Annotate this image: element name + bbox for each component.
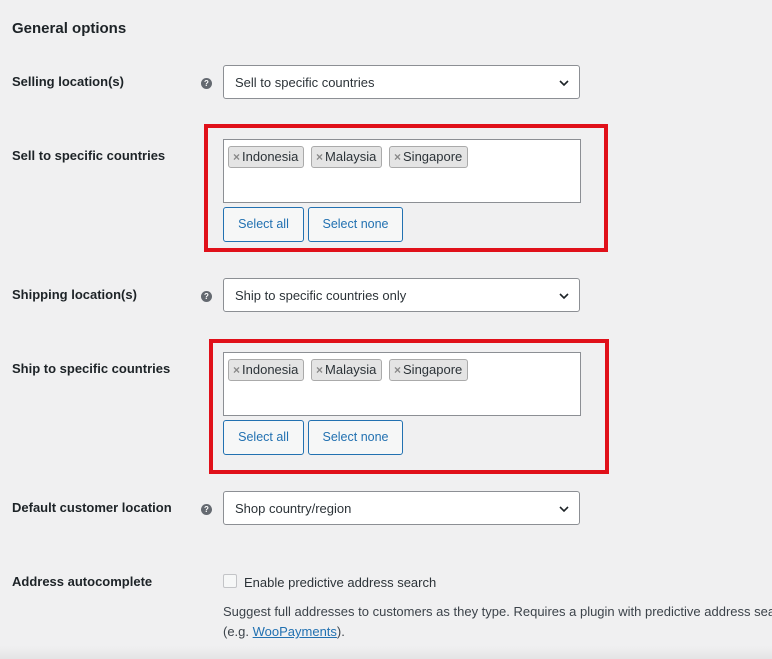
remove-icon[interactable]: × [233, 363, 240, 377]
chip-label: Indonesia [242, 149, 299, 164]
ship-specific-countries-label: Ship to specific countries [12, 361, 171, 376]
country-chip[interactable]: × Singapore [389, 359, 469, 381]
sell-specific-countries-label: Sell to specific countries [12, 148, 166, 163]
address-autocomplete-label: Address autocomplete [12, 574, 153, 589]
default-customer-location-label: Default customer location [12, 500, 172, 515]
remove-icon[interactable]: × [394, 363, 401, 377]
country-chip[interactable]: × Malaysia [311, 359, 383, 381]
selling-location-label: Selling location(s) [12, 74, 124, 89]
help-icon[interactable]: ? [201, 504, 212, 515]
remove-icon[interactable]: × [394, 150, 401, 164]
chip-label: Singapore [403, 362, 463, 377]
remove-icon[interactable]: × [316, 363, 323, 377]
description-line: (e.g. WooPayments). [223, 622, 772, 642]
chevron-down-icon [559, 293, 569, 300]
checkbox-label[interactable]: Enable predictive address search [244, 575, 436, 590]
default-location-select[interactable]: Shop country/region [223, 491, 580, 525]
help-icon[interactable]: ? [201, 291, 212, 302]
shipping-location-value: Ship to specific countries only [235, 288, 407, 303]
country-chip[interactable]: × Indonesia [228, 146, 305, 168]
ship-countries-multiselect[interactable]: × Indonesia × Malaysia × Singapore [223, 352, 581, 416]
select-none-button[interactable]: Select none [308, 420, 403, 455]
help-icon[interactable]: ? [201, 78, 212, 89]
autocomplete-description: Suggest full addresses to customers as t… [223, 602, 772, 642]
predictive-search-checkbox[interactable] [223, 574, 237, 588]
select-all-button[interactable]: Select all [223, 207, 304, 242]
description-text: (e.g. [223, 624, 253, 639]
shipping-location-select[interactable]: Ship to specific countries only [223, 278, 580, 312]
chip-label: Indonesia [242, 362, 299, 377]
chip-label: Malaysia [325, 362, 377, 377]
country-chip[interactable]: × Singapore [389, 146, 469, 168]
chevron-down-icon [559, 80, 569, 87]
chip-label: Malaysia [325, 149, 377, 164]
remove-icon[interactable]: × [233, 150, 240, 164]
description-text: ). [336, 624, 345, 639]
chevron-down-icon [559, 506, 569, 513]
select-all-button[interactable]: Select all [223, 420, 304, 455]
chip-label: Singapore [403, 149, 463, 164]
woopayments-link[interactable]: WooPayments [253, 624, 337, 639]
country-chip[interactable]: × Malaysia [311, 146, 383, 168]
default-location-value: Shop country/region [235, 501, 352, 516]
selling-location-value: Sell to specific countries [235, 75, 375, 90]
shipping-location-label: Shipping location(s) [12, 287, 137, 302]
bottom-divider [0, 646, 772, 659]
remove-icon[interactable]: × [316, 150, 323, 164]
select-none-button[interactable]: Select none [308, 207, 403, 242]
description-line: Suggest full addresses to customers as t… [223, 604, 772, 619]
country-chip[interactable]: × Indonesia [228, 359, 305, 381]
selling-location-select[interactable]: Sell to specific countries [223, 65, 580, 99]
section-title: General options [12, 20, 127, 37]
sell-countries-multiselect[interactable]: × Indonesia × Malaysia × Singapore [223, 139, 581, 203]
